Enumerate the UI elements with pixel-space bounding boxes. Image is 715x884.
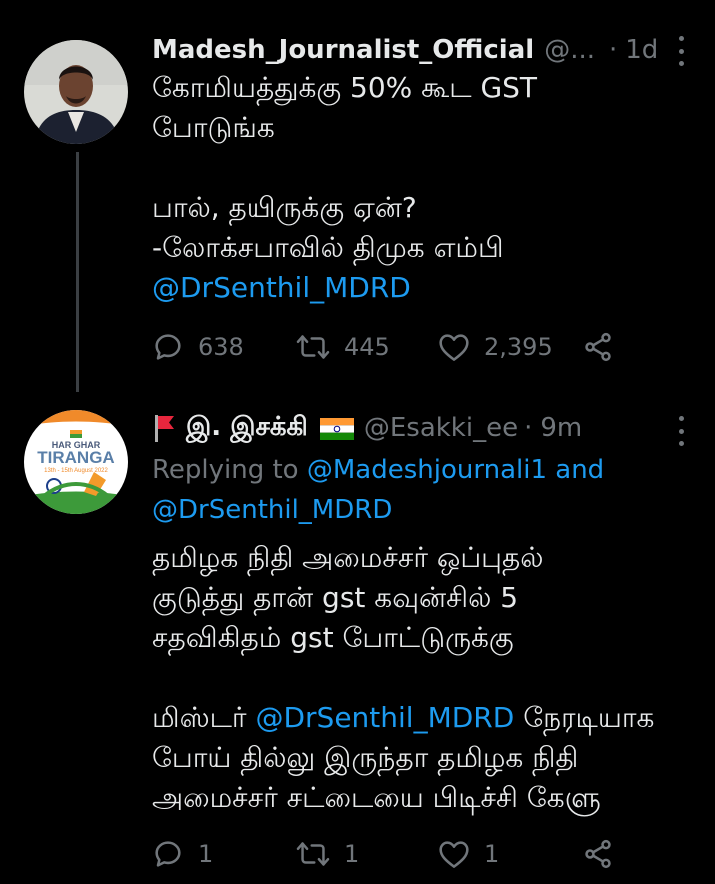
tweet-header: இ. இசக்கி @Esakki_ee · 9m <box>152 408 685 448</box>
text-line: சதவிகிதம் gst போட்டுருக்கு <box>152 621 514 654</box>
display-name[interactable]: Madesh_Journalist_Official <box>152 35 534 65</box>
retweet-button[interactable]: 445 <box>296 332 438 362</box>
thread-line <box>76 152 79 392</box>
retweet-button[interactable]: 1 <box>296 839 438 869</box>
text-line: தமிழக நிதி அமைச்சர் ஒப்புதல் <box>152 541 544 574</box>
retweet-icon <box>296 842 330 866</box>
separator-dot: · <box>524 413 533 443</box>
like-icon <box>439 334 469 361</box>
user-handle[interactable]: @Esakki_ee <box>364 413 518 443</box>
avatar[interactable]: HAR GHAR TIRANGA 13th - 15th August 2022 <box>24 410 128 514</box>
mention-link[interactable]: @DrSenthil_MDRD <box>152 271 411 304</box>
like-count: 1 <box>484 840 500 868</box>
tweet-text: கோமியத்துக்கு 50% கூட GST போடுங்க பால், … <box>152 68 695 308</box>
share-icon <box>585 332 611 362</box>
text-line: அமைச்சர் சட்டையை பிடிச்சி கேளு <box>152 781 601 814</box>
replying-and[interactable]: and <box>555 455 604 485</box>
share-icon <box>585 839 611 869</box>
timestamp[interactable]: 9m <box>540 413 582 443</box>
tweet-1[interactable]: Madesh_Journalist_Official @... · 1d கோம… <box>0 0 715 392</box>
more-icon[interactable] <box>677 416 685 446</box>
reply-button[interactable]: 638 <box>152 331 296 363</box>
share-button[interactable] <box>582 331 622 363</box>
retweet-count: 445 <box>344 333 390 361</box>
text-line: பால், தயிருக்கு ஏன்? <box>152 191 417 224</box>
like-count: 2,395 <box>484 333 553 361</box>
mention-link[interactable]: @DrSenthil_MDRD <box>255 701 514 734</box>
like-button[interactable]: 1 <box>438 839 582 869</box>
like-button[interactable]: 2,395 <box>438 332 582 362</box>
avatar[interactable] <box>24 40 128 144</box>
action-bar: 1 1 1 <box>152 832 622 876</box>
text-line: போய் தில்லு இருந்தா தமிழக நிதி <box>152 741 579 774</box>
avatar-line2: TIRANGA <box>37 448 114 467</box>
reply-icon <box>155 334 181 360</box>
text-line: -லோக்சபாவில் திமுக எம்பி <box>152 231 504 264</box>
retweet-icon <box>296 335 330 359</box>
mention-link[interactable]: @Madeshjournali1 <box>307 455 547 485</box>
reply-count: 638 <box>198 333 244 361</box>
separator-dot: · <box>608 35 618 65</box>
reply-count: 1 <box>198 840 214 868</box>
avatar-har-ghar-tiranga: HAR GHAR TIRANGA 13th - 15th August 2022 <box>24 410 128 514</box>
action-bar: 638 445 2,395 <box>152 325 622 369</box>
display-name[interactable]: இ. இசக்கி <box>186 412 308 445</box>
more-icon[interactable] <box>677 36 685 66</box>
tweet-2[interactable]: HAR GHAR TIRANGA 13th - 15th August 2022… <box>0 392 715 884</box>
text-segment: நேரடியாக <box>523 701 655 734</box>
text-line: குடுத்து தான் gst கவுன்சில் 5 <box>152 581 519 614</box>
text-line: போடுங்க <box>152 111 275 144</box>
user-handle[interactable]: @... <box>544 35 595 65</box>
retweet-count: 1 <box>344 840 360 868</box>
mention-link[interactable]: @DrSenthil_MDRD <box>152 495 392 525</box>
avatar-line3: 13th - 15th August 2022 <box>44 468 108 474</box>
timestamp[interactable]: 1d <box>625 35 658 65</box>
share-button[interactable] <box>582 838 622 870</box>
text-segment: மிஸ்டர் <box>152 701 247 734</box>
tweet-text: தமிழக நிதி அமைச்சர் ஒப்புதல் குடுத்து தா… <box>152 538 695 818</box>
reply-icon <box>155 841 181 867</box>
avatar-photo <box>24 40 128 144</box>
reply-button[interactable]: 1 <box>152 838 296 870</box>
text-line: கோமியத்துக்கு 50% கூட GST <box>152 71 538 104</box>
india-flag-icon <box>319 417 354 440</box>
tweet-header: Madesh_Journalist_Official @... · 1d <box>152 30 685 70</box>
replying-prefix: Replying to <box>152 455 299 485</box>
replying-to: Replying to @Madeshjournali1 and @DrSent… <box>152 450 695 530</box>
red-flag-icon <box>152 413 178 443</box>
like-icon <box>439 841 469 868</box>
